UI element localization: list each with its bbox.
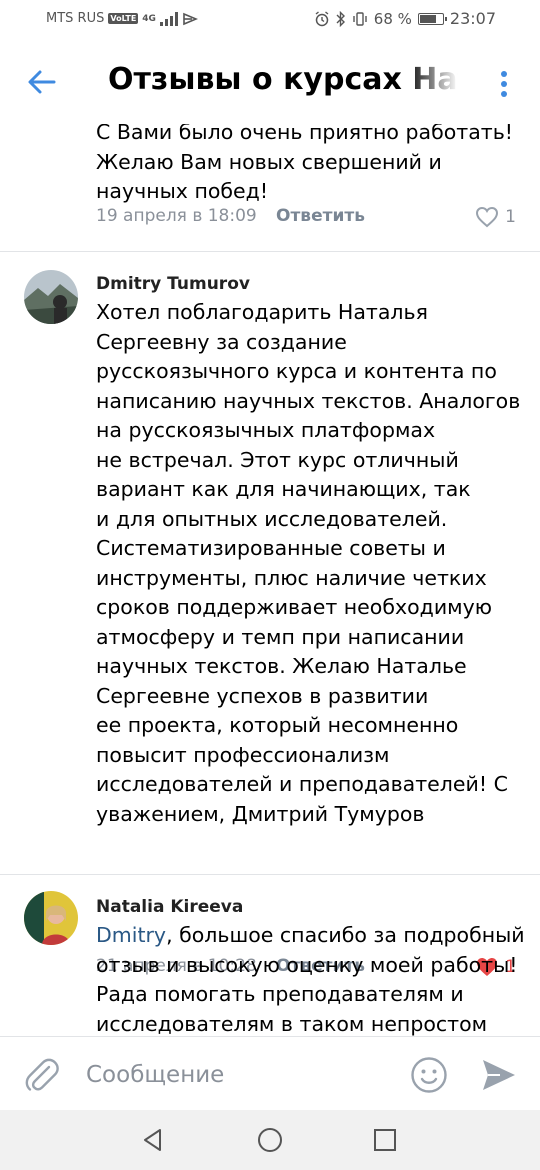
nav-recent-apps-icon[interactable]	[372, 1127, 398, 1153]
comment-text: С Вами было очень приятно работать! Жела…	[96, 124, 513, 203]
heart-outline-icon	[476, 206, 499, 228]
reply-button[interactable]: Ответить	[276, 206, 365, 226]
battery-icon	[417, 12, 447, 25]
battery-level	[419, 14, 437, 23]
status-right: 68 % 23:07	[314, 9, 496, 28]
nav-back-icon[interactable]	[140, 1127, 166, 1153]
network-type: 4G	[142, 13, 156, 24]
status-left: MTS RUS VoLTE 4G	[46, 11, 198, 26]
send-icon[interactable]	[480, 1057, 518, 1093]
volte-badge: VoLTE	[108, 13, 139, 24]
comments-feed[interactable]: С Вами было очень приятно работать! Жела…	[0, 124, 540, 1036]
battery-percent: 68 %	[373, 9, 412, 28]
avatar-photo-icon	[24, 270, 78, 324]
system-nav-bar	[0, 1110, 540, 1170]
data-saver-icon	[183, 12, 198, 25]
comment-divider	[0, 251, 540, 252]
signal-icon	[159, 11, 178, 26]
status-bar: MTS RUS VoLTE 4G 68 % 23:07	[0, 0, 540, 40]
carrier-label: MTS RUS	[46, 11, 105, 26]
mention-link[interactable]: Dmitry	[96, 923, 166, 947]
message-composer	[0, 1036, 540, 1110]
like-button[interactable]: 1	[475, 206, 516, 228]
comment-author[interactable]: Natalia Kireeva	[96, 897, 243, 917]
comment-meta: 19 апреля в 18:09 Ответить 1	[96, 206, 516, 230]
status-time: 23:07	[449, 9, 496, 28]
like-count: 1	[505, 207, 516, 227]
comment-divider	[0, 874, 540, 875]
page-title: Отзывы о курсах Наталья	[108, 62, 458, 97]
comment-date: 19 апреля в 18:09	[96, 206, 257, 226]
bluetooth-icon	[336, 10, 345, 27]
comment-text: Хотел поблагодарить Наталья Сергеевну за…	[96, 300, 521, 826]
more-vertical-icon[interactable]	[494, 68, 514, 100]
vibrate-icon	[353, 11, 367, 26]
avatar[interactable]	[24, 270, 78, 324]
app-header: Отзывы о курсах Наталья	[0, 40, 540, 124]
nav-home-icon[interactable]	[256, 1126, 284, 1154]
avatar[interactable]	[24, 891, 78, 945]
comment-text: Dmitry, большое спасибо за подробный отз…	[96, 921, 526, 1036]
smile-icon[interactable]	[410, 1056, 448, 1094]
paperclip-icon[interactable]	[22, 1055, 62, 1095]
comment-author[interactable]: Dmitry Tumurov	[96, 274, 250, 294]
back-arrow-icon[interactable]	[26, 66, 58, 98]
message-input[interactable]	[84, 1057, 398, 1093]
avatar-photo-icon	[24, 891, 78, 945]
alarm-icon	[315, 10, 329, 26]
